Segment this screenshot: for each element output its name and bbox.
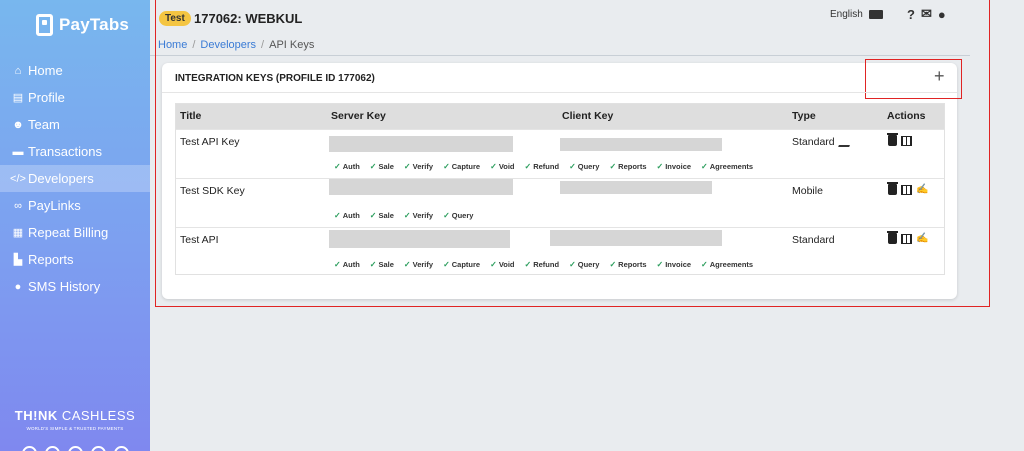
- code-icon: </>: [10, 172, 26, 185]
- tagline-main: TH!NK CASHLESS: [0, 408, 150, 423]
- social-icon[interactable]: [114, 446, 129, 451]
- sidebar-item-repeat-billing[interactable]: ▦ Repeat Billing: [0, 219, 150, 246]
- main-content: Test 177062: WEBKUL English ? ✉ ● Home / D…: [150, 0, 1024, 451]
- highlight-frame: [155, 0, 990, 307]
- sidebar-item-developers[interactable]: </> Developers: [0, 165, 150, 192]
- sidebar-item-paylinks[interactable]: ∞ PayLinks: [0, 192, 150, 219]
- calendar-icon: ▦: [12, 227, 24, 239]
- sidebar-item-label: SMS History: [28, 279, 101, 294]
- chat-icon: ●: [14, 280, 22, 293]
- sidebar: PayTabs ⌂ Home ▤ Profile ☻ Team ▬ Transa…: [0, 0, 150, 451]
- sidebar-item-home[interactable]: ⌂ Home: [0, 57, 150, 84]
- team-icon: ☻: [12, 118, 24, 131]
- home-icon: ⌂: [14, 64, 22, 77]
- sidebar-item-label: Transactions: [28, 144, 102, 159]
- brand-name: PayTabs: [59, 15, 130, 34]
- social-links: [22, 446, 129, 451]
- sidebar-item-label: Developers: [28, 171, 94, 186]
- transactions-icon: ▬: [12, 145, 24, 158]
- link-icon: ∞: [14, 199, 22, 212]
- social-icon[interactable]: [45, 446, 60, 451]
- chart-icon: ▙: [13, 254, 23, 266]
- logo-icon: [36, 14, 53, 36]
- social-icon[interactable]: [91, 446, 106, 451]
- tagline: TH!NK CASHLESS WORLD'S SIMPLE & TRUSTED …: [0, 408, 150, 431]
- sidebar-item-label: Reports: [28, 252, 74, 267]
- social-icon[interactable]: [68, 446, 83, 451]
- sidebar-item-label: Team: [28, 117, 60, 132]
- profile-icon: ▤: [12, 92, 24, 104]
- tagline-sub: WORLD'S SIMPLE & TRUSTED PAYMENTS: [26, 426, 124, 431]
- sidebar-item-label: Home: [28, 63, 63, 78]
- paytabs-logo[interactable]: PayTabs: [36, 14, 129, 36]
- social-icon[interactable]: [22, 446, 37, 451]
- tagline-rest: CASHLESS: [57, 408, 136, 423]
- sidebar-item-label: PayLinks: [28, 198, 81, 213]
- sidebar-item-label: Profile: [28, 90, 65, 105]
- sidebar-item-reports[interactable]: ▙ Reports: [0, 246, 150, 273]
- sidebar-nav: ⌂ Home ▤ Profile ☻ Team ▬ Transactions <…: [0, 57, 150, 300]
- sidebar-item-team[interactable]: ☻ Team: [0, 111, 150, 138]
- sidebar-item-sms-history[interactable]: ● SMS History: [0, 273, 150, 300]
- tagline-bold: TH!NK: [14, 408, 58, 423]
- sidebar-item-label: Repeat Billing: [28, 225, 109, 240]
- sidebar-item-profile[interactable]: ▤ Profile: [0, 84, 150, 111]
- sidebar-item-transactions[interactable]: ▬ Transactions: [0, 138, 150, 165]
